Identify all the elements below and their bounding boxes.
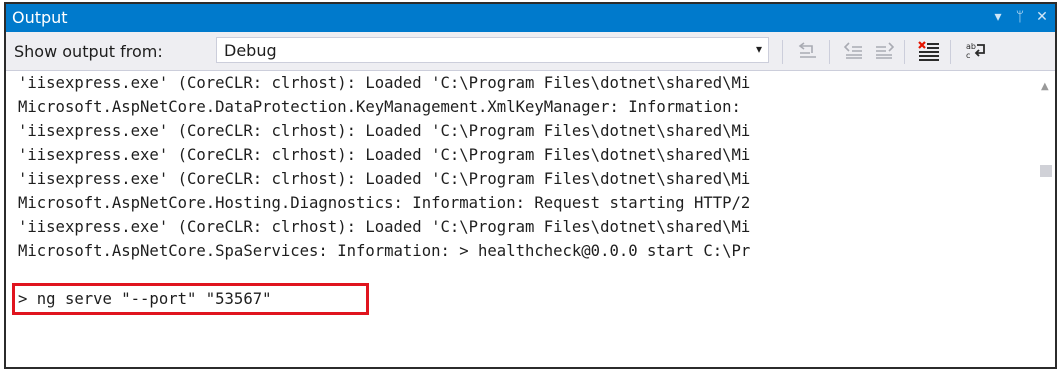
find-message-in-code-button[interactable] — [795, 38, 821, 64]
clear-all-icon — [918, 41, 939, 61]
scrollbar-thumb[interactable] — [1040, 165, 1052, 177]
output-line: 'iisexpress.exe' (CoreCLR: clrhost): Loa… — [18, 170, 751, 188]
show-output-label: Show output from: — [14, 42, 163, 61]
toolbar-separator — [904, 40, 905, 64]
panel-title: Output — [12, 8, 68, 27]
output-toolbar: Show output from: Debug ▾ ab c — [6, 32, 1055, 71]
toolbar-separator — [950, 40, 951, 64]
previous-message-icon — [844, 42, 862, 59]
clear-all-button[interactable] — [916, 38, 942, 64]
word-wrap-icon: ab c — [966, 42, 985, 60]
output-text-area[interactable]: 'iisexpress.exe' (CoreCLR: clrhost): Loa… — [6, 71, 1055, 367]
pin-icon[interactable]: ᛘ — [1009, 6, 1031, 28]
window-buttons: ▾ ᛘ ✕ — [987, 6, 1053, 28]
chevron-down-icon[interactable]: ▾ — [756, 42, 762, 56]
output-line: 'iisexpress.exe' (CoreCLR: clrhost): Loa… — [18, 74, 751, 92]
output-line: Microsoft.AspNetCore.Hosting.Diagnostics… — [18, 194, 751, 212]
output-line: Microsoft.AspNetCore.DataProtection.KeyM… — [18, 98, 741, 116]
vertical-scrollbar[interactable]: ▲ — [1037, 71, 1055, 367]
svg-text:c: c — [966, 51, 970, 60]
toolbar-separator — [782, 40, 783, 64]
output-source-value: Debug — [224, 41, 277, 60]
highlight-box — [12, 283, 369, 315]
goto-source-icon — [798, 42, 816, 58]
next-message-button[interactable] — [871, 38, 897, 64]
toggle-word-wrap-button[interactable]: ab c — [963, 38, 989, 64]
scroll-up-icon[interactable]: ▲ — [1041, 81, 1049, 92]
next-message-icon — [876, 42, 894, 59]
output-line: 'iisexpress.exe' (CoreCLR: clrhost): Loa… — [18, 218, 751, 236]
output-panel: Output ▾ ᛘ ✕ Show output from: Debug ▾ a… — [4, 2, 1057, 369]
close-icon[interactable]: ✕ — [1031, 6, 1053, 28]
output-line: 'iisexpress.exe' (CoreCLR: clrhost): Loa… — [18, 146, 751, 164]
output-line: Microsoft.AspNetCore.SpaServices: Inform… — [18, 242, 751, 260]
toolbar-separator — [829, 40, 830, 64]
previous-message-button[interactable] — [841, 38, 867, 64]
panel-title-bar[interactable]: Output ▾ ᛘ ✕ — [6, 4, 1055, 32]
chevron-down-icon[interactable]: ▾ — [987, 6, 1009, 28]
output-source-select[interactable]: Debug ▾ — [216, 37, 769, 63]
svg-text:ab: ab — [966, 42, 976, 51]
output-line: 'iisexpress.exe' (CoreCLR: clrhost): Loa… — [18, 122, 751, 140]
